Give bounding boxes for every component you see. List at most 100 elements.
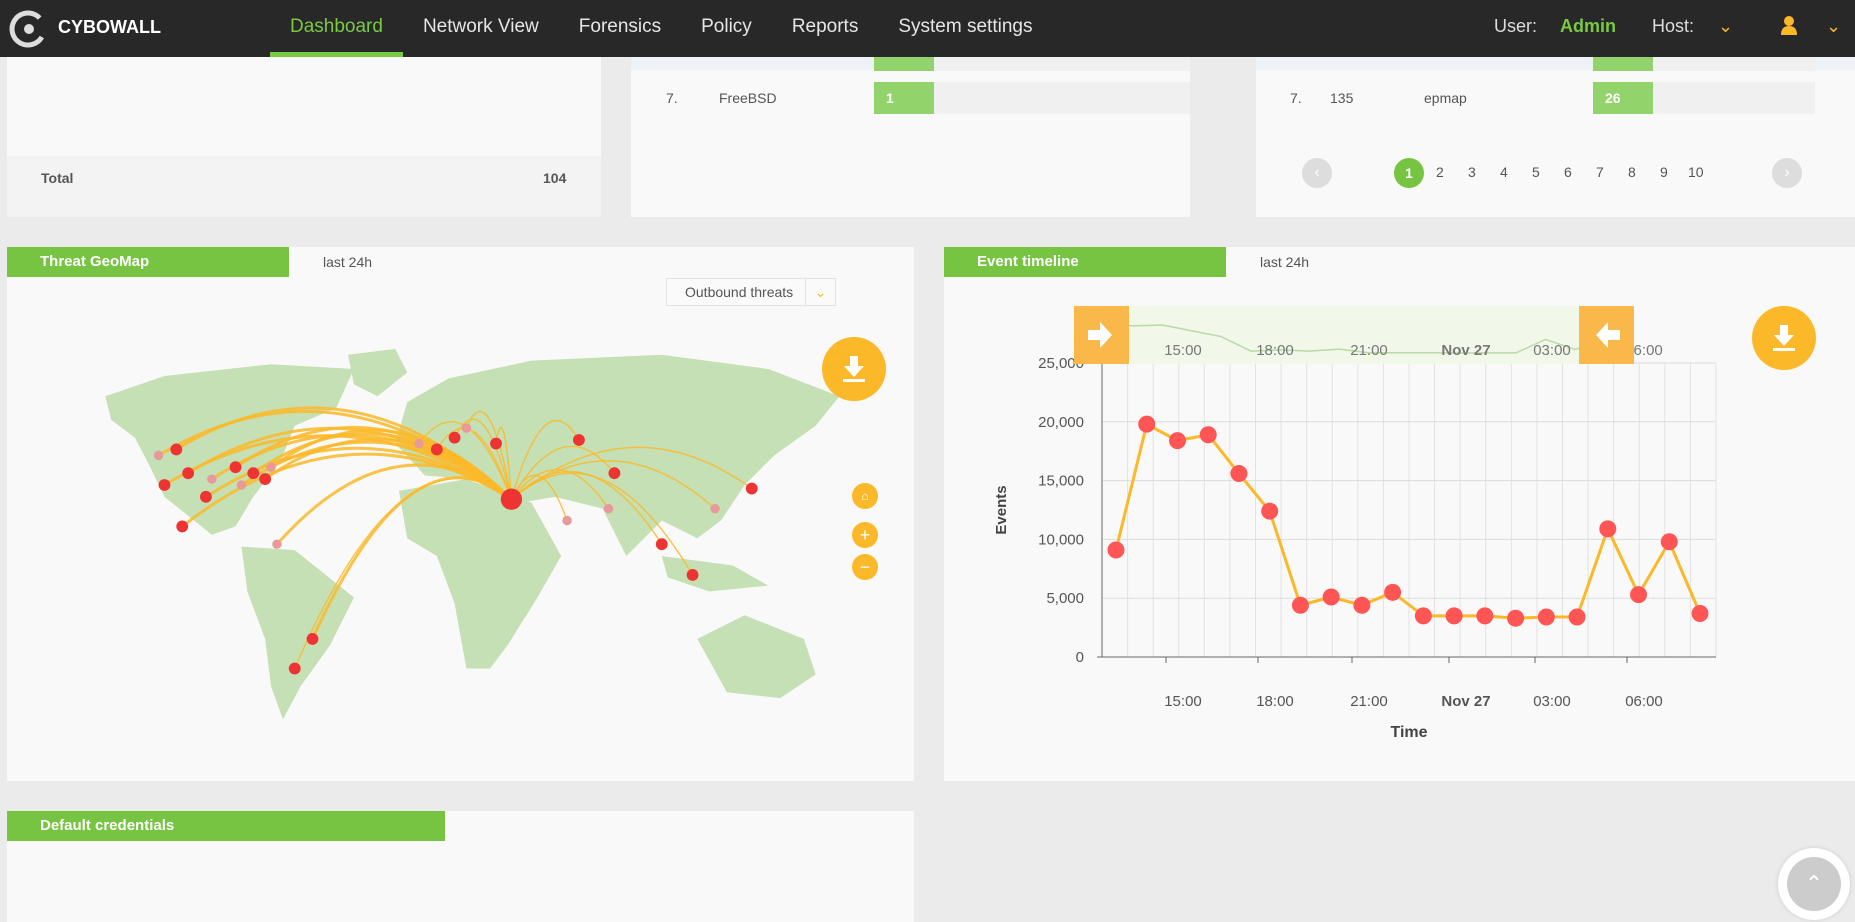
threat-location-dot[interactable] (603, 503, 614, 514)
threat-location-dot[interactable] (247, 467, 260, 480)
next-page-button[interactable]: › (1772, 158, 1802, 188)
threat-location-dot[interactable] (266, 462, 276, 472)
page-1-button[interactable]: 1 (1394, 158, 1424, 188)
events-data-point[interactable] (1568, 608, 1586, 626)
nav-reports[interactable]: Reports (772, 0, 879, 57)
threat-location-dot[interactable] (200, 490, 212, 503)
threat-location-dot[interactable] (686, 569, 699, 581)
page-3-button[interactable]: 3 (1468, 164, 1476, 180)
host-label: Host: (1652, 16, 1695, 36)
events-data-point[interactable] (1138, 415, 1156, 433)
events-data-point[interactable] (1507, 609, 1525, 627)
threat-location-dot[interactable] (608, 467, 621, 480)
nav-policy[interactable]: Policy (681, 0, 772, 57)
chevron-up-icon: ⌃ (1787, 857, 1841, 911)
threat-location-dot[interactable] (272, 539, 282, 549)
map-zoom-in-button[interactable]: + (852, 522, 878, 548)
events-data-point[interactable] (1291, 596, 1309, 614)
events-data-point[interactable] (1691, 604, 1709, 622)
events-data-point[interactable] (1599, 520, 1617, 538)
threat-location-dot[interactable] (170, 443, 183, 456)
page-4-button[interactable]: 4 (1500, 164, 1508, 180)
map-home-button[interactable]: ⌂ (852, 483, 878, 509)
page-10-button[interactable]: 10 (1688, 164, 1704, 180)
navigator-tick-label: Nov 27 (1441, 342, 1490, 359)
nav-dashboard[interactable]: Dashboard (270, 0, 403, 57)
threat-location-dot[interactable] (229, 461, 242, 474)
port-count-bar: 26 (1593, 82, 1815, 114)
threat-location-dot[interactable] (461, 423, 472, 433)
navigator-tick-label: 15:00 (1164, 342, 1202, 359)
map-zoom-out-button[interactable]: − (852, 554, 878, 580)
threat-location-dot[interactable] (490, 437, 502, 450)
user-name[interactable]: Admin (1560, 16, 1616, 37)
page-5-button[interactable]: 5 (1532, 164, 1540, 180)
x-tick-label: 18:00 (1256, 693, 1294, 710)
events-data-point[interactable] (1261, 502, 1279, 520)
threat-location-dot[interactable] (288, 662, 301, 675)
navigator-tick-label: 18:00 (1256, 342, 1294, 359)
threat-location-dot[interactable] (414, 438, 424, 449)
events-data-point[interactable] (1199, 426, 1217, 444)
continent-indonesia (661, 556, 769, 592)
events-data-point[interactable] (1384, 583, 1402, 601)
scroll-to-top-button[interactable]: ⌃ (1778, 848, 1850, 920)
threat-location-dot[interactable] (430, 443, 443, 456)
user-account-icon[interactable] (1780, 15, 1798, 35)
events-data-point[interactable] (1537, 608, 1555, 626)
account-chevron-icon[interactable]: ⌄ (1826, 16, 1841, 37)
events-data-point[interactable] (1107, 541, 1125, 559)
cybowall-logo-icon (9, 10, 47, 48)
navigator-right-handle[interactable] (1579, 306, 1634, 364)
download-icon (1773, 325, 1795, 351)
port-number: 135 (1330, 90, 1354, 106)
nav-forensics[interactable]: Forensics (559, 0, 681, 57)
threat-hub-dot[interactable] (500, 488, 523, 510)
threat-location-dot[interactable] (158, 479, 171, 491)
host-dropdown-chevron-icon[interactable]: ⌄ (1718, 16, 1733, 37)
event-timeline-panel: Event timeline last 24h 0 5,000 10,000 15,0… (944, 247, 1855, 781)
continent-australia (697, 615, 816, 699)
events-data-point[interactable] (1353, 596, 1371, 614)
navigator-left-handle[interactable] (1074, 306, 1129, 364)
top-navbar: CYBOWALL Dashboard Network View Forensic… (0, 0, 1855, 57)
y-tick-label: 10,000 (1038, 531, 1084, 548)
geomap-download-button[interactable] (822, 337, 886, 401)
events-data-point[interactable] (1168, 432, 1186, 450)
events-data-point[interactable] (1660, 533, 1678, 551)
nav-network-view[interactable]: Network View (403, 0, 559, 57)
events-data-point[interactable] (1414, 607, 1432, 625)
page-2-button[interactable]: 2 (1436, 164, 1444, 180)
threat-location-dot[interactable] (655, 538, 668, 551)
events-data-point[interactable] (1630, 586, 1648, 604)
threat-location-dot[interactable] (562, 515, 572, 526)
threat-location-dot[interactable] (182, 467, 195, 480)
page-8-button[interactable]: 8 (1628, 164, 1636, 180)
timeline-download-button[interactable] (1752, 306, 1816, 370)
threat-location-dot[interactable] (448, 431, 461, 444)
events-data-point[interactable] (1445, 607, 1463, 625)
events-data-point[interactable] (1230, 465, 1248, 483)
x-tick-label: 15:00 (1164, 693, 1202, 710)
page-9-button[interactable]: 9 (1660, 164, 1668, 180)
threat-location-dot[interactable] (176, 520, 189, 533)
prev-page-button[interactable]: ‹ (1302, 158, 1332, 188)
nav-system-settings[interactable]: System settings (878, 0, 1052, 57)
threat-location-dot[interactable] (236, 480, 247, 490)
threat-location-dot[interactable] (153, 450, 164, 461)
page-7-button[interactable]: 7 (1596, 164, 1604, 180)
page-6-button[interactable]: 6 (1564, 164, 1572, 180)
events-data-point[interactable] (1322, 588, 1340, 606)
events-data-point[interactable] (1476, 607, 1494, 625)
y-axis-title: Events (993, 485, 1010, 534)
threat-location-dot[interactable] (745, 482, 758, 495)
world-map[interactable] (7, 247, 914, 781)
total-value: 104 (543, 170, 567, 186)
threat-location-dot[interactable] (306, 632, 319, 645)
threat-location-dot[interactable] (710, 503, 720, 514)
continent-africa (398, 479, 562, 669)
threat-location-dot[interactable] (572, 434, 585, 446)
threat-location-dot[interactable] (259, 473, 272, 485)
threat-location-dot[interactable] (207, 474, 217, 484)
x-axis-title: Time (1390, 724, 1427, 741)
